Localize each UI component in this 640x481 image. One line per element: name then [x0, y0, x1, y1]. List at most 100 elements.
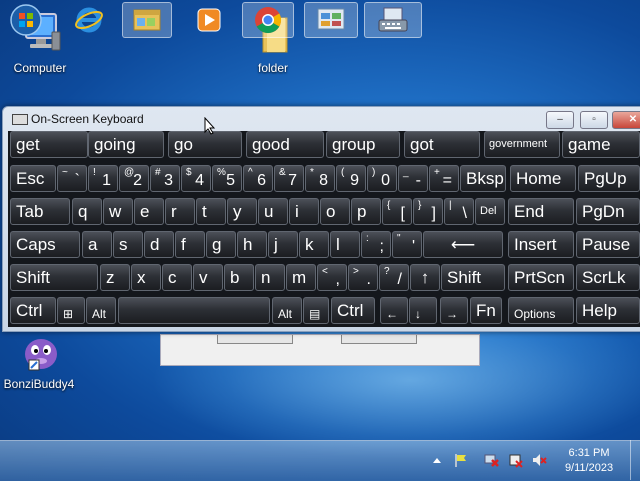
key[interactable]: Options [508, 297, 574, 324]
start-button[interactable] [2, 2, 50, 38]
desktop-icon-bonzibuddy[interactable]: BonziBuddy4 [2, 334, 76, 391]
prediction-key[interactable]: government [484, 131, 560, 158]
key[interactable]: d [144, 231, 174, 258]
key[interactable]: ~ ` [57, 165, 87, 192]
key[interactable]: >. [348, 264, 378, 291]
key[interactable]: ScrLk [576, 264, 640, 291]
restore-button[interactable]: ▫ [580, 111, 608, 129]
minimize-button[interactable]: ‒ [546, 111, 574, 129]
key[interactable]: Ctrl [10, 297, 56, 324]
key[interactable]: ↑ [410, 264, 440, 291]
key[interactable]: l [330, 231, 360, 258]
key[interactable]: Caps [10, 231, 80, 258]
space-key[interactable] [118, 297, 270, 324]
key[interactable]: b [224, 264, 254, 291]
key[interactable]: <, [317, 264, 347, 291]
key[interactable]: " ' [392, 231, 422, 258]
tray-network[interactable] [482, 451, 500, 469]
show-desktop-button[interactable] [630, 440, 640, 480]
key[interactable]: PgUp [578, 165, 640, 192]
tray-volume[interactable] [530, 451, 548, 469]
background-window[interactable] [160, 334, 480, 366]
key[interactable]: s [113, 231, 143, 258]
key[interactable]: End [508, 198, 574, 225]
key[interactable]: c [162, 264, 192, 291]
taskbar-explorer-button[interactable] [122, 2, 172, 38]
key[interactable]: & 7 [274, 165, 304, 192]
key[interactable]: p [351, 198, 381, 225]
key[interactable]: q [72, 198, 102, 225]
key[interactable]: | \ [444, 198, 474, 225]
background-window-button[interactable] [341, 335, 417, 344]
key[interactable]: Pause [576, 231, 640, 258]
key[interactable]: Help [576, 297, 640, 324]
prediction-key[interactable]: go [168, 131, 242, 158]
prediction-key[interactable]: going [88, 131, 164, 158]
key[interactable]: j [268, 231, 298, 258]
key[interactable]: ⟵ [423, 231, 503, 258]
key[interactable]: ↓ [409, 297, 437, 324]
key[interactable]: e [134, 198, 164, 225]
key[interactable]: Tab [10, 198, 70, 225]
tray-device[interactable] [506, 451, 524, 469]
taskbar-clock[interactable]: 6:31 PM 9/11/2023 [557, 446, 621, 476]
key[interactable]: #3 [150, 165, 180, 192]
key[interactable]: ^ 6 [243, 165, 273, 192]
key[interactable]: @2 [119, 165, 149, 192]
key[interactable]: }] [413, 198, 443, 225]
key[interactable]: r [165, 198, 195, 225]
key[interactable]: x [131, 264, 161, 291]
key[interactable]: Fn [470, 297, 502, 324]
key[interactable]: PrtScn [508, 264, 574, 291]
key[interactable]: Ctrl [331, 297, 375, 324]
key[interactable]: o [320, 198, 350, 225]
key[interactable]: Home [510, 165, 576, 192]
key[interactable]: k [299, 231, 329, 258]
key[interactable]: ) 0 [367, 165, 397, 192]
key[interactable]: y [227, 198, 257, 225]
key[interactable]: n [255, 264, 285, 291]
taskbar-media-player-button[interactable] [182, 2, 236, 38]
taskbar-chrome-button[interactable] [242, 2, 294, 38]
prediction-key[interactable]: get [10, 131, 88, 158]
key[interactable]: PgDn [576, 198, 640, 225]
key[interactable]: t [196, 198, 226, 225]
key[interactable]: z [100, 264, 130, 291]
key[interactable]: * 8 [305, 165, 335, 192]
prediction-key[interactable]: good [246, 131, 324, 158]
taskbar-ie-button[interactable] [62, 2, 116, 38]
key[interactable]: a [82, 231, 112, 258]
key[interactable]: ⊞ [57, 297, 85, 324]
key[interactable]: Bksp [460, 165, 506, 192]
close-button[interactable]: ✕ [612, 111, 640, 129]
key[interactable]: _ - [398, 165, 428, 192]
key[interactable]: Del [475, 198, 505, 225]
taskbar-osk-button[interactable] [364, 2, 422, 38]
key[interactable]: + = [429, 165, 459, 192]
key[interactable]: w [103, 198, 133, 225]
background-window-button[interactable] [217, 335, 293, 344]
key[interactable]: Shift [10, 264, 98, 291]
key[interactable]: :; [361, 231, 391, 258]
key[interactable]: ? / [379, 264, 409, 291]
prediction-key[interactable]: game [562, 131, 640, 158]
key[interactable]: Alt [86, 297, 116, 324]
key[interactable]: f [175, 231, 205, 258]
key[interactable]: m [286, 264, 316, 291]
key[interactable]: ← [380, 297, 408, 324]
prediction-key[interactable]: got [404, 131, 480, 158]
key[interactable]: (9 [336, 165, 366, 192]
taskbar-control-panel-button[interactable] [304, 2, 358, 38]
key[interactable]: i [289, 198, 319, 225]
key[interactable]: ▤ [303, 297, 329, 324]
key[interactable]: u [258, 198, 288, 225]
key[interactable]: Shift [441, 264, 505, 291]
key[interactable]: h [237, 231, 267, 258]
key[interactable]: {[ [382, 198, 412, 225]
prediction-key[interactable]: group [326, 131, 400, 158]
key[interactable]: v [193, 264, 223, 291]
key[interactable]: % 5 [212, 165, 242, 192]
key[interactable]: $4 [181, 165, 211, 192]
tray-action-center[interactable] [452, 451, 470, 469]
key[interactable]: Insert [508, 231, 574, 258]
